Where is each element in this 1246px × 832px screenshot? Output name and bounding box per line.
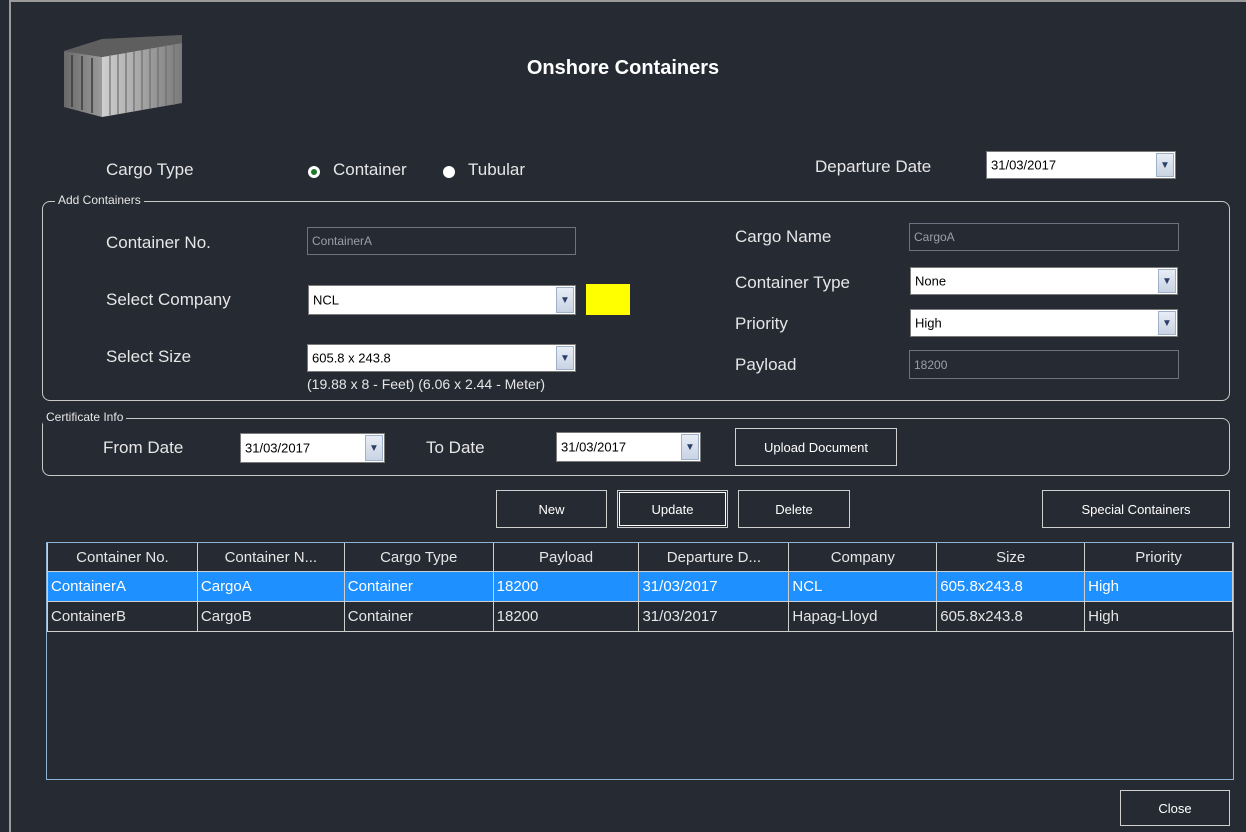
select-company-value: NCL bbox=[313, 292, 340, 308]
radio-container-label[interactable]: Container bbox=[333, 160, 407, 180]
from-date-value: 31/03/2017 bbox=[245, 440, 311, 456]
departure-date-label: Departure Date bbox=[815, 157, 932, 176]
column-header[interactable]: Payload bbox=[492, 543, 640, 572]
from-date-label: From Date bbox=[103, 438, 184, 457]
delete-button[interactable]: Delete bbox=[738, 490, 850, 528]
table-cell[interactable]: ContainerB bbox=[47, 601, 198, 632]
container-type-value: None bbox=[915, 273, 947, 289]
priority-value: High bbox=[915, 315, 942, 331]
table-cell[interactable]: Container bbox=[343, 601, 494, 632]
cargo-name-input[interactable]: CargoA bbox=[909, 223, 1179, 251]
radio-container[interactable] bbox=[308, 166, 320, 178]
table-cell[interactable]: 31/03/2017 bbox=[638, 571, 790, 602]
to-date-value: 31/03/2017 bbox=[561, 439, 627, 455]
payload-label: Payload bbox=[735, 355, 797, 374]
table-cell[interactable]: ContainerA bbox=[47, 571, 198, 602]
chevron-down-icon[interactable]: ▼ bbox=[556, 346, 574, 370]
from-date-picker[interactable]: 31/03/2017 ▼ bbox=[240, 433, 385, 463]
column-header[interactable]: Cargo Type bbox=[343, 543, 494, 572]
column-header[interactable]: Size bbox=[936, 543, 1086, 572]
container-type-dropdown[interactable]: None ▼ bbox=[910, 267, 1178, 295]
select-size-note: (19.88 x 8 - Feet) (6.06 x 2.44 - Meter) bbox=[307, 376, 546, 392]
select-company-label: Select Company bbox=[106, 290, 231, 309]
new-button[interactable]: New bbox=[496, 490, 607, 528]
to-date-label: To Date bbox=[426, 438, 485, 457]
table-cell[interactable]: CargoB bbox=[196, 601, 345, 632]
priority-dropdown[interactable]: High ▼ bbox=[910, 309, 1178, 337]
column-header[interactable]: Departure D... bbox=[638, 543, 790, 572]
cargo-type-label: Cargo Type bbox=[106, 160, 194, 179]
table-cell[interactable]: 605.8x243.8 bbox=[936, 571, 1086, 602]
cargo-name-label: Cargo Name bbox=[735, 227, 832, 246]
onshore-containers-window: Onshore Containers Cargo Type Container … bbox=[0, 0, 1246, 832]
chevron-down-icon[interactable]: ▼ bbox=[1158, 269, 1176, 293]
to-date-picker[interactable]: 31/03/2017 ▼ bbox=[556, 432, 701, 462]
add-containers-legend: Add Containers bbox=[55, 193, 144, 207]
close-button[interactable]: Close bbox=[1120, 790, 1230, 826]
certificate-info-legend: Certificate Info bbox=[43, 410, 127, 424]
chevron-down-icon[interactable]: ▼ bbox=[556, 287, 574, 313]
table-cell[interactable]: 18200 bbox=[492, 571, 640, 602]
column-header[interactable]: Priority bbox=[1084, 543, 1233, 572]
column-header[interactable]: Container N... bbox=[196, 543, 345, 572]
special-containers-button[interactable]: Special Containers bbox=[1042, 490, 1230, 528]
table-cell[interactable]: NCL bbox=[788, 571, 938, 602]
table-cell[interactable]: Container bbox=[343, 571, 494, 602]
select-size-label: Select Size bbox=[106, 347, 192, 366]
window-border-top bbox=[9, 0, 1246, 2]
table-cell[interactable]: High bbox=[1084, 601, 1233, 632]
window-title: Onshore Containers bbox=[526, 57, 720, 79]
table-cell[interactable]: 605.8x243.8 bbox=[936, 601, 1086, 632]
table-cell[interactable]: CargoA bbox=[196, 571, 345, 602]
table-cell[interactable]: 18200 bbox=[492, 601, 640, 632]
chevron-down-icon[interactable]: ▼ bbox=[1158, 311, 1176, 335]
select-size-dropdown[interactable]: 605.8 x 243.8 ▼ bbox=[307, 344, 576, 372]
select-company-dropdown[interactable]: NCL ▼ bbox=[308, 285, 576, 315]
chevron-down-icon[interactable]: ▼ bbox=[365, 435, 383, 461]
container-no-label: Container No. bbox=[106, 233, 211, 252]
update-button[interactable]: Update bbox=[617, 490, 728, 528]
company-color-swatch[interactable] bbox=[586, 284, 630, 315]
table-row[interactable]: ContainerA CargoA Container 18200 31/03/… bbox=[47, 571, 1233, 602]
radio-tubular[interactable] bbox=[443, 166, 455, 178]
table-cell[interactable]: High bbox=[1084, 571, 1233, 602]
priority-label: Priority bbox=[735, 314, 788, 333]
container-type-label: Container Type bbox=[735, 273, 850, 292]
upload-document-button[interactable]: Upload Document bbox=[735, 428, 897, 466]
table-row[interactable]: ContainerB CargoB Container 18200 31/03/… bbox=[47, 601, 1233, 632]
radio-tubular-label[interactable]: Tubular bbox=[468, 160, 525, 180]
container-no-placeholder: ContainerA bbox=[312, 234, 373, 248]
column-header[interactable]: Company bbox=[788, 543, 938, 572]
table-cell[interactable]: Hapag-Lloyd bbox=[788, 601, 938, 632]
containers-table: Container No. Container N... Cargo Type … bbox=[47, 543, 1233, 632]
window-border-left bbox=[9, 0, 11, 832]
column-header[interactable]: Container No. bbox=[47, 543, 198, 572]
chevron-down-icon[interactable]: ▼ bbox=[681, 434, 699, 460]
select-size-value: 605.8 x 243.8 bbox=[312, 350, 391, 366]
grid-header-row: Container No. Container N... Cargo Type … bbox=[47, 543, 1233, 572]
containers-grid[interactable]: Container No. Container N... Cargo Type … bbox=[46, 542, 1234, 780]
table-cell[interactable]: 31/03/2017 bbox=[638, 601, 790, 632]
departure-date-picker[interactable]: 31/03/2017 ▼ bbox=[986, 151, 1176, 179]
chevron-down-icon[interactable]: ▼ bbox=[1156, 153, 1174, 177]
container-no-input[interactable]: ContainerA bbox=[307, 227, 576, 255]
departure-date-value: 31/03/2017 bbox=[991, 157, 1057, 173]
payload-placeholder: 18200 bbox=[914, 357, 948, 372]
cargo-name-placeholder: CargoA bbox=[914, 230, 955, 244]
payload-input[interactable]: 18200 bbox=[909, 350, 1179, 379]
